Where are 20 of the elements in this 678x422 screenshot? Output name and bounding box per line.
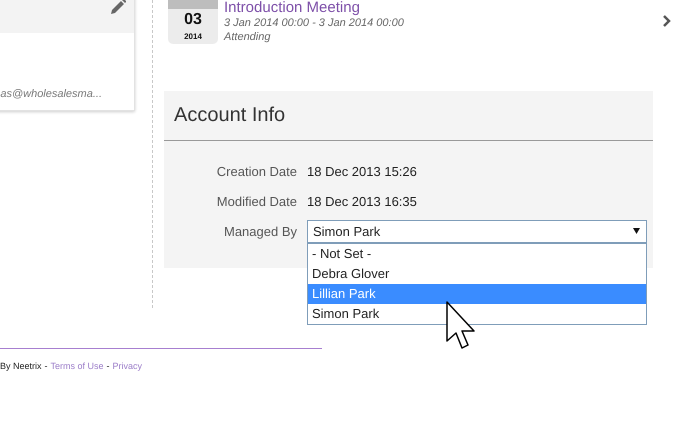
field-label: Modified Date [216, 194, 297, 208]
field-value: 18 Dec 2013 16:35 [307, 194, 417, 208]
field-label: Creation Date [216, 164, 297, 178]
field-value: 18 Dec 2013 15:26 [307, 164, 417, 178]
dropdown-caret-icon [633, 228, 640, 234]
event-status: Attending [224, 30, 272, 44]
event-time: 3 Jan 2014 00:00 - 3 Jan 2014 00:00 [224, 16, 405, 30]
pencil-icon[interactable] [110, 0, 126, 15]
field-label: Managed By [223, 224, 297, 238]
footer-separator: - [44, 361, 48, 371]
dropdown-option[interactable]: Debra Glover [308, 264, 646, 284]
calendar-date-tile: 03 2014 [168, 0, 218, 44]
event-title-link[interactable]: Introduction Meeting [224, 0, 663, 16]
panel-title: Account Info [174, 104, 286, 127]
email-text: as@wholesalesma... [0, 88, 102, 100]
footer-separator: - [106, 361, 110, 371]
dropdown-option[interactable]: Simon Park [308, 304, 646, 324]
footer-text: By Neetrix [0, 361, 42, 371]
dropdown-option[interactable]: - Not Set - [308, 244, 646, 264]
chevron-right-icon[interactable] [663, 15, 671, 27]
